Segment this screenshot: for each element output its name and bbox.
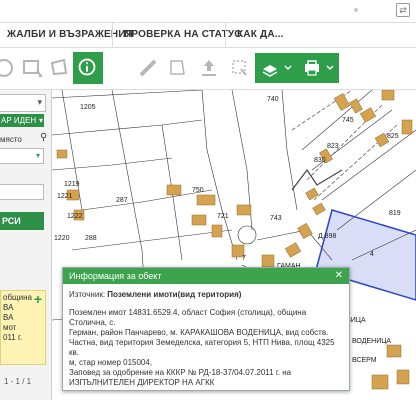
map-label: 287 — [116, 197, 128, 204]
map-label: 7 — [242, 255, 246, 262]
nav-item-complaints[interactable]: ЖАЛБИ И ВЪЗРАЖЕНИЯ — [7, 23, 133, 47]
nav-divider — [112, 23, 113, 47]
map-label: 1220 — [54, 235, 70, 242]
select-polygon-icon[interactable] — [46, 53, 74, 83]
popup-line: Заповед за одобрение на КККР № РД-18-37/… — [69, 368, 292, 377]
map-label: ВСЕРМ — [352, 357, 377, 364]
popup-line: Поземлен имот 14831.6529.4, област София… — [69, 308, 307, 327]
menu-dot — [354, 8, 358, 12]
place-select[interactable]: ▾ — [0, 148, 44, 164]
identifier-search-tab[interactable]: АР ИДЕН ▾ — [0, 114, 44, 127]
object-info-popup: Информация за обект ✕ Източник: Поземлен… — [62, 267, 350, 391]
map-circle-marker — [237, 225, 257, 245]
layers-icon[interactable] — [255, 53, 297, 83]
search-side-panel: ▾ АР ИДЕН ▾ място ⚲ ▾ РСИ община ВА ВА м… — [0, 90, 52, 400]
source-value: Поземлени имоти(вид територия) — [107, 290, 242, 299]
map-label: 743 — [270, 215, 282, 222]
clear-selection-icon[interactable] — [226, 53, 254, 83]
result-text: община ВА ВА мот 011 г. — [3, 293, 32, 342]
map-label: 823 — [327, 143, 339, 150]
map-label: 819 — [389, 210, 401, 217]
chevron-down-icon: ▾ — [38, 116, 43, 125]
nav-item-how-to[interactable]: КАК ДА... — [237, 23, 284, 47]
identifier-input[interactable] — [0, 184, 44, 200]
map-label: 1205 — [80, 104, 96, 111]
nav-divider — [225, 23, 226, 47]
source-label: Източник: — [69, 290, 106, 299]
search-type-dropdown[interactable]: ▾ — [0, 94, 46, 112]
add-icon[interactable]: + — [34, 291, 42, 307]
popup-line: ИЗПЪЛНИТЕЛЕН ДИРЕКТОР НА АГКК — [69, 378, 215, 387]
upload-icon[interactable] — [195, 53, 223, 83]
popup-body: Източник: Поземлени имоти(вид територия)… — [63, 284, 349, 388]
popup-title: Информация за обект — [69, 271, 162, 281]
select-rectangle-icon[interactable] — [18, 53, 46, 83]
map-label: 825 — [387, 133, 399, 140]
close-icon[interactable]: ✕ — [335, 268, 343, 284]
popup-line: м, стар номер 015004, — [69, 358, 153, 367]
map-label: 1219 — [64, 181, 80, 188]
chevron-down-icon: ▾ — [37, 97, 42, 107]
map-label: 4 — [370, 251, 374, 258]
identifier-search-label: АР ИДЕН — [1, 116, 37, 125]
location-pin-icon[interactable]: ⚲ — [40, 132, 47, 143]
info-icon[interactable] — [73, 52, 103, 84]
rotate-icon[interactable] — [0, 53, 18, 83]
map-label: 740 — [267, 96, 279, 103]
popup-source: Източник: Поземлени имоти(вид територия) — [69, 290, 343, 300]
place-label: място — [0, 135, 22, 144]
map-label: 745 — [342, 117, 354, 124]
map-label: 1222 — [67, 213, 83, 220]
map-label: 721 — [217, 213, 229, 220]
map-label: Д.898 — [318, 233, 336, 240]
map-label: 750 — [192, 187, 204, 194]
measure-distance-icon[interactable] — [134, 53, 162, 83]
popup-line: Частна, вид територия Земеделска, катего… — [69, 338, 335, 357]
map-label: ВОДЕНИЦА — [352, 338, 391, 345]
map-label: 1221 — [57, 193, 73, 200]
road-line — [291, 168, 343, 191]
popup-header: Информация за обект ✕ — [63, 268, 349, 284]
print-icon[interactable] — [297, 53, 339, 83]
result-pager: 1 - 1 / 1 — [4, 377, 32, 386]
map-label: 830 — [314, 157, 326, 164]
top-bar: ⇄ — [0, 0, 416, 22]
popup-line: Герман, район Панчарево, м. КАРАКАШОВА В… — [69, 328, 329, 337]
search-button[interactable]: РСИ — [0, 212, 44, 230]
chevron-down-icon: ▾ — [35, 151, 40, 160]
main-nav: ЖАЛБИ И ВЪЗРАЖЕНИЯ ПРОВЕРКА НА СТАТУС КА… — [0, 22, 416, 48]
map-label: 288 — [85, 235, 97, 242]
measure-area-icon[interactable] — [163, 53, 191, 83]
translate-icon[interactable]: ⇄ — [396, 3, 410, 17]
search-result-card[interactable]: община ВА ВА мот 011 г. + — [0, 290, 46, 365]
map-toolbar — [0, 48, 416, 90]
